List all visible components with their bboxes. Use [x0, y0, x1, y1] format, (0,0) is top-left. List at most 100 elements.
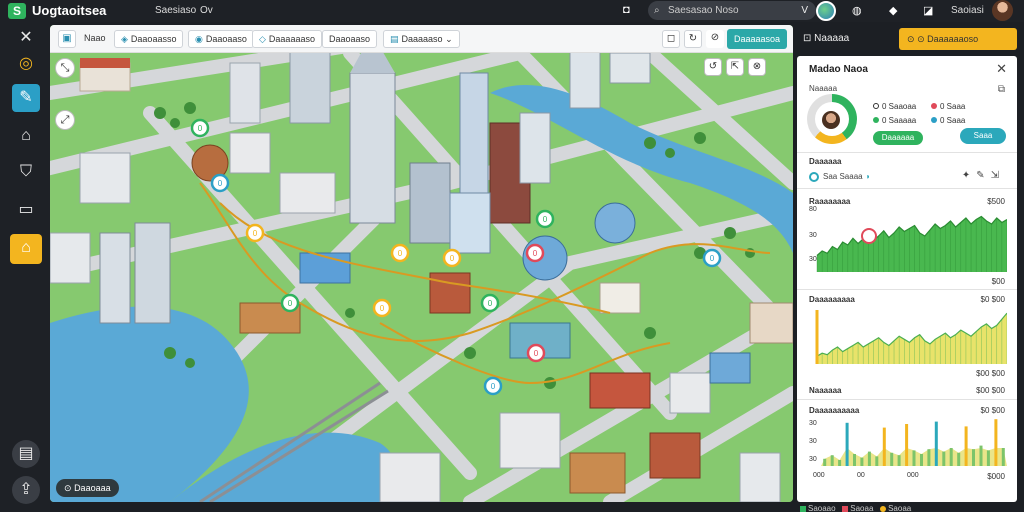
legend-2-label: Saoaa [850, 504, 874, 512]
export-icon[interactable]: ◪ [923, 4, 933, 17]
toolbar-tab-map[interactable]: Naao [78, 30, 112, 48]
sparkle-icon[interactable]: ✦ [962, 170, 976, 181]
toolbar-dropdown[interactable]: ▤ Daaaaaso ⌄ [383, 30, 460, 48]
edit-icon[interactable]: ✎ [976, 170, 990, 181]
map-expand-icon[interactable]: ⤢ [55, 110, 75, 130]
chart-bar [890, 452, 894, 466]
menu-item-view[interactable]: Ov [200, 5, 213, 16]
details-button[interactable]: Daaaaaa [873, 131, 923, 145]
search-placeholder: Saesasao Noso [668, 5, 739, 16]
toolbar-filter-3[interactable]: ◇ Daaaaaaso [252, 30, 322, 48]
avatar[interactable] [992, 0, 1013, 21]
tablet-icon[interactable]: ▭ [12, 196, 40, 224]
chart-3-xtick-2: 00 [857, 472, 865, 479]
menu-item-file[interactable]: Saesiaso [155, 5, 196, 16]
map-collapse-icon[interactable]: ⤡ [55, 58, 75, 78]
resize-icon[interactable]: ⇲ [991, 170, 1005, 181]
share-icon[interactable]: ⇪ [12, 476, 40, 504]
legend-1-swatch [800, 505, 806, 512]
chart-3-value: $0 $00 [980, 406, 1005, 415]
map-status-pill[interactable]: ⊙ Daaoaaa [56, 479, 119, 497]
chart-bar [934, 421, 938, 466]
tools-row[interactable]: Saa Saaaa ◑ [809, 172, 870, 182]
save-icon[interactable]: ▤ [12, 440, 40, 468]
toolbar-refresh-icon[interactable]: ↻ [684, 30, 702, 48]
search-input[interactable]: ⌕ Saesasao Noso V [648, 1, 816, 20]
tool-icons[interactable]: ✦✎⇲ [962, 170, 1005, 181]
toolbar-filter-1[interactable]: ◈ Daaoaasso [114, 30, 184, 48]
building-icon[interactable]: ⌂ [10, 234, 42, 264]
map-marker[interactable]: 0 [190, 118, 210, 138]
close-icon[interactable]: ✕ [996, 61, 1007, 77]
chart-bar [845, 422, 849, 466]
compass-icon[interactable]: ◎ [12, 50, 40, 78]
map-panel: ▣ Naao ◈ Daaoaasso ◉ Daaoaaso ◇ Daaaaaaso D… [50, 25, 793, 502]
chart-bar [838, 460, 842, 466]
toolbar-square-icon[interactable]: ◻ [662, 30, 680, 48]
toolbar-filter-4[interactable]: Daaoaaso [322, 30, 378, 48]
map-marker-label: 0 [398, 249, 403, 258]
toolbar-dropdown-label: Daaaaaso [401, 34, 443, 44]
toolbar-block-icon[interactable]: ⊘ [706, 30, 724, 48]
chart-3-title: Daaaaaaaaaa [809, 406, 860, 415]
user-name[interactable]: Saoiasi [951, 5, 984, 16]
search-clear-icon[interactable]: V [801, 1, 808, 20]
map-rotate-icon[interactable]: ↺ [704, 58, 722, 76]
ruler-icon[interactable]: ✎ [12, 84, 40, 112]
layer-toggle-button[interactable]: ⊙ ⊙ Daaaaaaoso [899, 28, 1017, 50]
stat-2-label: 0 Saaa [940, 102, 966, 111]
globe-icon[interactable] [816, 1, 836, 21]
map-marker[interactable]: 0 [526, 343, 546, 363]
chart-2-footer-left: Naaaaaa [809, 386, 842, 395]
close-icon[interactable]: ✕ [12, 24, 40, 52]
map-fullscreen-icon[interactable]: ⇱ [726, 58, 744, 76]
chart-2-value: $0 $00 [980, 295, 1005, 304]
map-marker[interactable]: 0 [480, 293, 500, 313]
layers-icon[interactable]: ⌂ [12, 122, 40, 150]
map-marker[interactable]: 0 [210, 173, 230, 193]
shield-icon[interactable]: ⛉ [12, 158, 40, 186]
app-title: Uogtaoitsea [32, 3, 107, 18]
chart-2-title: Daaaaaaaaa [809, 295, 855, 304]
map-clear-icon[interactable]: ⊗ [748, 58, 766, 76]
profile-icon [822, 111, 840, 129]
layer-icon-1: ⊙ [907, 34, 915, 44]
map-marker[interactable]: 0 [372, 298, 392, 318]
map-marker[interactable]: 0 [535, 209, 555, 229]
chevron-down-icon: ⌄ [445, 34, 453, 44]
layer-toggle-label: Daaaaaaoso [927, 34, 979, 44]
map-marker[interactable]: 0 [245, 223, 265, 243]
chart-bar [1001, 448, 1005, 466]
map-marker[interactable]: 0 [525, 243, 545, 263]
app-logo-icon[interactable]: S [8, 3, 26, 19]
save-button[interactable]: Saaa [960, 128, 1006, 144]
divider [797, 152, 1017, 153]
chart-3-tick-3: 30 [809, 456, 817, 463]
map-marker[interactable]: 0 [483, 376, 503, 396]
map-marker-label: 0 [288, 299, 293, 308]
notification-icon[interactable]: ◆ [889, 4, 897, 17]
map-marker-label: 0 [380, 304, 385, 313]
map-marker[interactable]: 0 [442, 248, 462, 268]
map-marker[interactable]: 0 [390, 243, 410, 263]
window-icon[interactable]: ◘ [623, 4, 630, 16]
chart-bar [920, 454, 923, 466]
chart-bar [897, 455, 901, 466]
chart-bar [949, 448, 953, 466]
map-marker-label: 0 [218, 179, 223, 188]
ring-icon [809, 172, 819, 182]
copy-icon[interactable]: ⧉ [998, 84, 1005, 95]
settings-icon[interactable]: ◍ [852, 4, 862, 17]
bar-chart [821, 419, 1007, 466]
city-map[interactable]: 0 0 0 0 0 0 0 0 0 0 0 0 0 [50, 53, 793, 502]
primary-action-button[interactable]: Daaaaasoa [727, 29, 787, 49]
map-marker-label: 0 [534, 349, 539, 358]
toolbar-filter-2[interactable]: ◉ Daaoaaso [188, 30, 254, 48]
toolbar-grid-icon[interactable]: ▣ [58, 30, 76, 48]
map-marker[interactable]: 0 [702, 248, 722, 268]
chart-bar [972, 449, 975, 466]
chart-bar [853, 454, 856, 466]
chart-1-tick-3: 30 [809, 256, 817, 263]
panel-tab[interactable]: ⊡ Naaaaa [797, 28, 895, 50]
map-marker[interactable]: 0 [280, 293, 300, 313]
